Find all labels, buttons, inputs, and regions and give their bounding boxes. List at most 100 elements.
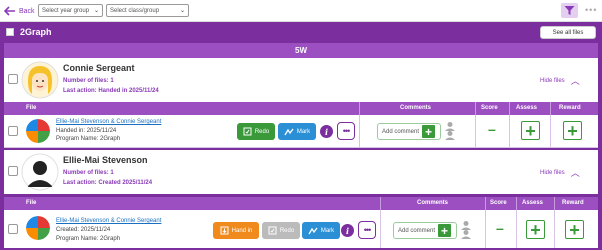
col-file: File (26, 200, 37, 206)
mark-label: Mark (296, 128, 311, 135)
files-count: Number of files: 1 (63, 78, 114, 84)
hand-in-icon (220, 226, 229, 235)
reward-button[interactable]: + (565, 220, 584, 239)
group-header: 2Graph See all files (0, 22, 602, 43)
program-name: Program Name: 2Graph (56, 136, 121, 142)
col-comments: Comments (400, 105, 432, 111)
divider (485, 210, 486, 248)
program-name: Program Name: 2Graph (56, 236, 121, 242)
plus-icon: + (422, 125, 436, 138)
divider (554, 210, 555, 248)
class-group-select[interactable]: Select class/group ⌄ (106, 4, 189, 17)
file-thumbnail (26, 119, 50, 143)
file-link[interactable]: Ellie-Mai Stevenson & Connie Sergeant (56, 119, 161, 125)
hide-files-label: Hide files (540, 169, 565, 176)
mark-button[interactable]: Mark (278, 123, 316, 140)
avatar (21, 61, 59, 99)
more-options-button[interactable]: ••• (337, 122, 355, 140)
student-name: Connie Sergeant (63, 63, 135, 73)
student-card: Connie Sergeant Number of files: 1 Last … (4, 58, 598, 102)
divider (4, 147, 598, 148)
file-link[interactable]: Ellie-Mai Stevenson & Connie Sergeant (56, 218, 161, 224)
divider (380, 197, 381, 210)
hide-files-toggle[interactable]: Hide files ︿ (540, 74, 580, 87)
file-checkbox[interactable] (8, 224, 18, 234)
people-icon[interactable] (460, 220, 472, 240)
col-file: File (26, 105, 37, 111)
redo-label: Redo (279, 227, 295, 234)
divider (475, 115, 476, 147)
year-group-select-value: Select year group (42, 7, 90, 14)
file-status: Handed in: 2025/11/24 (56, 128, 117, 134)
more-icon[interactable]: ••• (585, 5, 597, 15)
back-button[interactable]: Back (4, 4, 35, 18)
col-assess: Assess (522, 200, 544, 206)
divider (359, 115, 360, 147)
redo-button[interactable]: Redo (237, 123, 275, 140)
add-comment-label: Add comment (398, 227, 436, 234)
back-label: Back (19, 7, 35, 15)
mark-icon (308, 227, 318, 234)
col-comments: Comments (417, 200, 449, 206)
redo-icon (268, 226, 277, 235)
chevron-up-icon: ︿ (570, 76, 580, 86)
hide-files-toggle[interactable]: Hide files ︿ (540, 166, 580, 179)
top-toolbar: Back Select year group ⌄ Select class/gr… (0, 0, 602, 22)
reward-button[interactable]: + (563, 121, 582, 140)
see-all-files-button[interactable]: See all files (540, 26, 596, 39)
divider (509, 115, 510, 147)
add-comment-button[interactable]: Add comment + (377, 123, 441, 140)
group-title: 2Graph (20, 27, 52, 37)
select-all-checkbox[interactable] (6, 28, 14, 36)
last-action: Last action: Handed in 2025/11/24 (63, 88, 159, 94)
chevron-down-icon: ⌄ (179, 8, 185, 14)
divider (516, 210, 517, 248)
plus-icon: + (438, 224, 452, 237)
hand-in-label: Hand in (231, 227, 253, 234)
col-score: Score (490, 200, 507, 206)
divider (550, 102, 551, 115)
col-score: Score (481, 105, 498, 111)
info-icon[interactable]: i (341, 224, 354, 237)
mark-icon (284, 128, 294, 135)
mark-button[interactable]: Mark (302, 222, 340, 239)
file-checkbox[interactable] (8, 126, 18, 136)
col-assess: Assess (516, 105, 538, 111)
back-arrow-icon (4, 6, 15, 16)
col-reward: Reward (559, 105, 581, 111)
filter-button[interactable] (561, 3, 578, 18)
people-icon[interactable] (444, 121, 456, 141)
hand-in-button[interactable]: Hand in (213, 222, 259, 239)
class-group-select-value: Select class/group (110, 7, 160, 14)
redo-button[interactable]: Redo (262, 222, 300, 239)
info-icon[interactable]: i (320, 125, 333, 138)
add-comment-label: Add comment (382, 128, 420, 135)
student-checkbox[interactable] (8, 74, 18, 84)
student-checkbox[interactable] (8, 166, 18, 176)
avatar (21, 153, 59, 191)
last-action: Last action: Created 2025/11/24 (63, 180, 153, 186)
assess-button[interactable]: + (521, 121, 540, 140)
filter-icon (564, 6, 575, 15)
file-row: Ellie-Mai Stevenson & Connie Sergeant Cr… (4, 210, 598, 248)
class-label: 5W (4, 43, 598, 58)
divider (485, 197, 486, 210)
add-comment-button[interactable]: Add comment + (393, 222, 457, 239)
file-status: Created: 2025/11/24 (56, 227, 111, 233)
divider (359, 102, 360, 115)
divider (380, 210, 381, 248)
score-value[interactable]: – (488, 121, 496, 137)
mark-label: Mark (320, 227, 335, 234)
file-table-header: File Comments Score Assess Reward (4, 102, 598, 115)
chevron-up-icon: ︿ (570, 168, 580, 178)
redo-label: Redo (254, 128, 270, 135)
score-value[interactable]: – (496, 220, 504, 236)
more-options-button[interactable]: ••• (358, 221, 376, 239)
year-group-select[interactable]: Select year group ⌄ (38, 4, 103, 17)
file-table-header: File Comments Score Assess Reward (4, 197, 598, 210)
divider (516, 197, 517, 210)
divider (509, 102, 510, 115)
chevron-down-icon: ⌄ (93, 8, 99, 14)
assess-button[interactable]: + (526, 220, 545, 239)
divider (554, 197, 555, 210)
